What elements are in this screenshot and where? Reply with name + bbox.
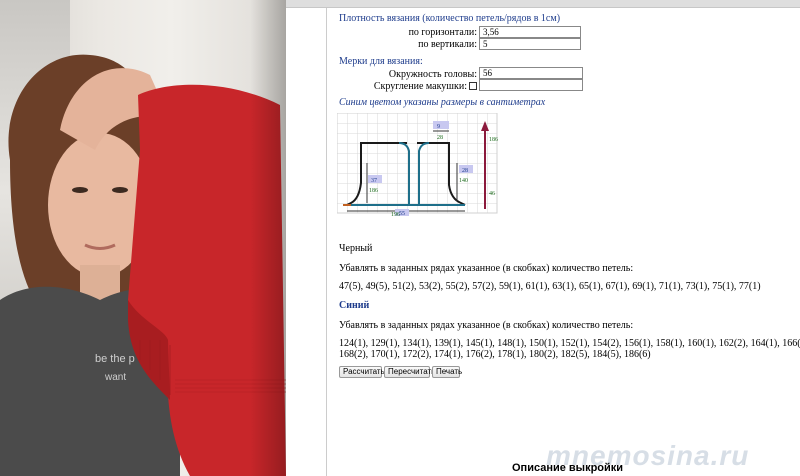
arrow-bottom-label: 46 — [489, 191, 495, 197]
gauge-horizontal-input[interactable]: 3,56 — [479, 26, 581, 38]
pattern-description-heading: Описание выкройки — [512, 462, 624, 474]
web-page: Плотность вязания (количество петель/ряд… — [286, 8, 800, 476]
recalculate-button[interactable]: Пересчитать — [384, 366, 435, 378]
gauge-vertical-input[interactable]: 5 — [479, 38, 581, 50]
calculate-button[interactable]: Рассчитать — [339, 366, 385, 378]
video-scene: be the p want — [0, 54, 286, 476]
right-rows-label: 140 — [459, 178, 468, 184]
black-section-rows: 47(5), 49(5), 51(2), 53(2), 55(2), 57(2)… — [339, 281, 761, 292]
page-content: Плотность вязания (количество петель/ряд… — [326, 8, 800, 476]
black-section-instruction: Убавлять в заданных рядах указанное (в с… — [339, 263, 634, 274]
top-rows-label: 28 — [437, 135, 443, 141]
head-circumference-input[interactable]: 56 — [479, 67, 583, 79]
diagram-note: Синим цветом указаны размеры в сантиметр… — [339, 97, 546, 108]
black-section-title: Черный — [339, 243, 373, 254]
gauge-heading: Плотность вязания (количество петель/ряд… — [339, 13, 561, 24]
crown-rounding-input[interactable] — [479, 79, 583, 91]
blue-section-rows-line1: 124(1), 129(1), 134(1), 139(1), 145(1), … — [339, 338, 800, 349]
video-frame: be the p want — [0, 0, 286, 476]
gauge-horizontal-label: по горизонтали: — [408, 27, 477, 38]
blue-section-instruction: Убавлять в заданных рядах указанное (в с… — [339, 320, 634, 331]
blue-section-rows-line2: 168(2), 170(1), 172(2), 174(1), 176(2), … — [339, 349, 651, 360]
crown-rounding-checkbox[interactable] — [469, 82, 477, 90]
shirt-print: be the p — [95, 353, 135, 365]
svg-text:want: want — [104, 372, 126, 383]
left-rows-label: 186 — [369, 188, 378, 194]
crown-rounding-label: Скругление макушки: — [373, 81, 467, 92]
arrow-top-label: 186 — [489, 137, 498, 143]
right-cm-label: 28 — [462, 168, 468, 174]
left-cm-label: 37 — [371, 178, 377, 184]
blue-section-title: Синий — [339, 300, 370, 311]
gauge-vertical-label: по вертикали: — [418, 39, 477, 50]
measures-heading: Мерки для вязания: — [339, 56, 423, 67]
print-button[interactable]: Печать — [432, 366, 462, 378]
bottom-cm-label: 55 — [399, 211, 405, 217]
pattern-diagram: 196 55 9 28 37 186 28 140 186 46 — [337, 113, 498, 218]
browser-tab-bar[interactable] — [286, 0, 800, 8]
top-cm-label: 9 — [437, 124, 440, 130]
head-circumference-label: Окружность головы: — [388, 69, 477, 80]
